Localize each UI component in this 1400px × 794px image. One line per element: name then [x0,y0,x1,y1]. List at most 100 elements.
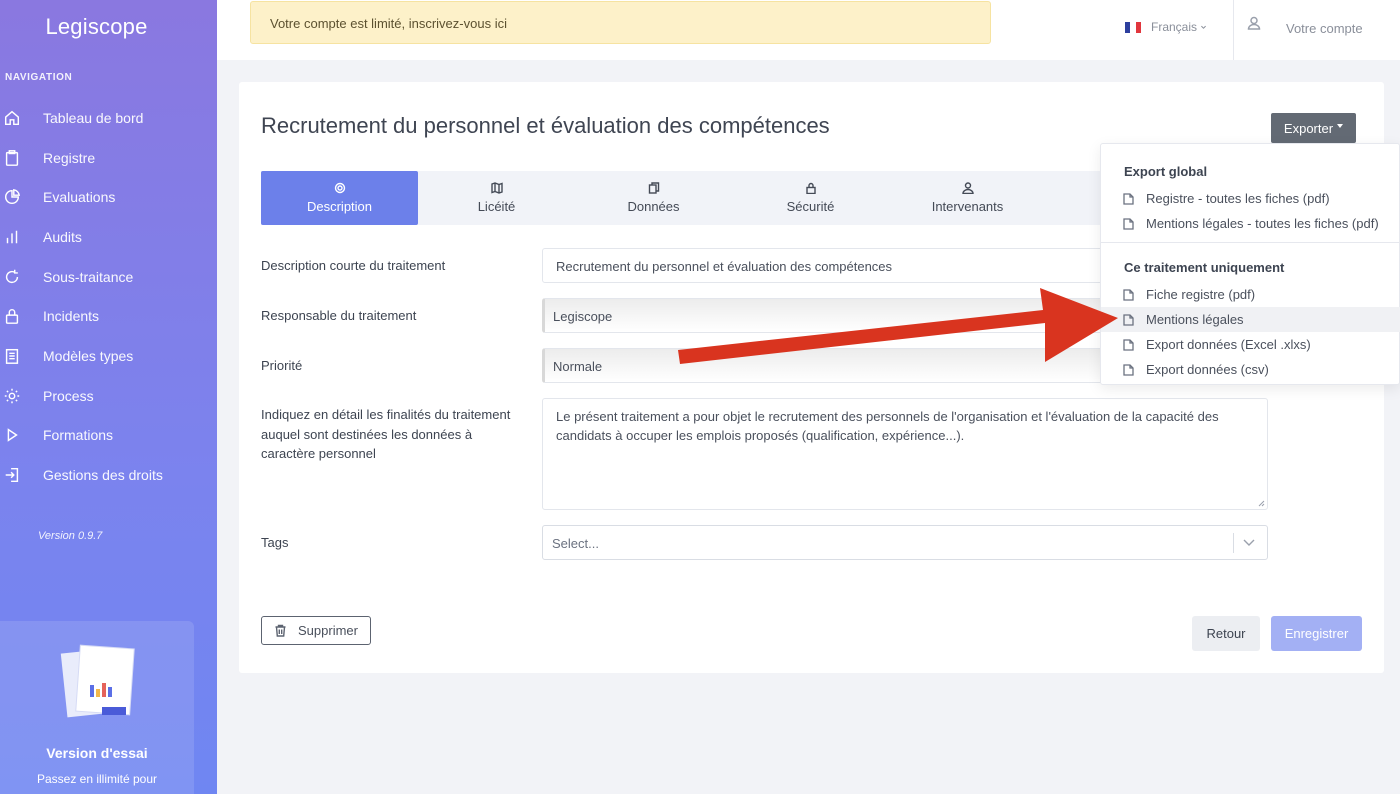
export-csv-item[interactable]: Export données (csv) [1101,357,1400,382]
sidebar-item-label: Evaluations [43,189,116,206]
export-button[interactable]: Exporter [1271,113,1356,143]
export-fiche-registre-item[interactable]: Fiche registre (pdf) [1101,282,1400,307]
export-mentions-all-item[interactable]: Mentions légales - toutes les fiches (pd… [1101,211,1400,236]
export-label: Exporter [1283,120,1334,136]
file-pdf-icon [1123,217,1134,230]
map-icon [490,182,503,194]
sidebar-item-evaluations[interactable]: Evaluations [0,177,217,217]
sidebar-item-process[interactable]: Process [0,376,217,416]
language-selector[interactable]: Français [1125,20,1207,34]
trial-panel: Version d'essai Passez en illimité pour [0,621,194,794]
tags-select[interactable]: Select... [542,525,1268,560]
tab-liceite[interactable]: Licéité [418,171,575,225]
menu-item-label: Export données (Excel .xlxs) [1146,337,1311,352]
purposes-label: Indiquez en détail les finalités du trai… [261,407,511,461]
menu-item-label: Mentions légales - toutes les fiches (pd… [1146,216,1379,231]
priority-label: Priorité [261,358,303,373]
export-registre-all-item[interactable]: Registre - toutes les fiches (pdf) [1101,186,1400,211]
tags-label: Tags [261,535,289,550]
sidebar-item-label: Audits [43,228,82,245]
menu-item-label: Mentions légales [1146,312,1244,327]
export-excel-item[interactable]: Export données (Excel .xlxs) [1101,332,1400,357]
sidebar-item-audits[interactable]: Audits [0,217,217,257]
sidebar-item-label: Tableau de bord [43,109,144,126]
trial-title: Version d'essai [46,745,148,761]
app-version: Version 0.9.7 [38,530,103,542]
sidebar-item-gestions-des-droits[interactable]: Gestions des droits [0,455,217,495]
caret-down-icon [1337,124,1344,128]
clipboard-icon [3,148,29,168]
sidebar-item-modeles-types[interactable]: Modèles types [0,336,217,376]
back-button[interactable]: Retour [1192,616,1260,651]
purposes-text: Le présent traitement a pour objet le re… [556,409,1219,443]
login-icon [3,465,29,485]
delete-label: Supprimer [298,623,358,638]
file-pdf-icon [1123,192,1134,205]
file-excel-icon [1123,338,1134,351]
menu-divider [1101,242,1400,243]
tab-label: Sécurité [786,199,835,214]
account-limited-alert[interactable]: Votre compte est limité, inscrivez-vous … [250,1,991,44]
french-flag-icon [1125,21,1141,33]
sidebar-item-incidents[interactable]: Incidents [0,296,217,336]
sidebar-item-formations[interactable]: Formations [0,416,217,456]
tab-securite[interactable]: Sécurité [732,171,889,225]
play-icon [3,425,29,445]
sidebar-item-label: Registre [43,149,96,166]
trial-text: Passez en illimité pour [36,772,158,786]
language-label: Français [1151,20,1198,34]
file-pdf-icon [1123,288,1134,301]
account-menu[interactable]: Votre compte [1247,16,1363,36]
export-single-header: Ce traitement uniquement [1124,260,1285,275]
gear-icon [334,182,345,194]
page-title: Recrutement du personnel et évaluation d… [261,113,830,138]
sidebar-item-label: Process [43,387,94,404]
copy-icon [648,182,659,194]
export-global-header: Export global [1124,164,1208,179]
account-label: Votre compte [1286,21,1363,36]
chevron-down-icon [1243,539,1255,546]
sidebar: Legiscope NAVIGATION Tableau de bord Reg… [0,0,217,794]
lock-icon [805,182,816,194]
brand-logo[interactable]: Legiscope [0,14,193,40]
menu-item-label: Fiche registre (pdf) [1146,287,1256,302]
sidebar-nav: Tableau de bord Registre Evaluations Aud… [0,98,217,495]
tab-description[interactable]: Description [261,171,418,225]
sidebar-item-label: Gestions des droits [43,467,163,484]
file-pdf-icon [1123,313,1134,326]
tab-label: Données [627,199,680,214]
documents-illustration-icon [60,644,135,718]
sidebar-item-registre[interactable]: Registre [0,138,217,178]
tab-label: Licéité [477,199,516,214]
pie-icon [3,187,29,207]
tags-placeholder: Select... [552,536,599,551]
chevron-down-icon [1201,25,1206,29]
tab-label: Intervenants [931,199,1004,214]
export-dropdown-menu: Export global Registre - toutes les fich… [1100,143,1400,385]
menu-item-label: Export données (csv) [1146,362,1269,377]
home-icon [3,108,29,128]
export-mentions-legales-item[interactable]: Mentions légales [1101,307,1400,332]
save-button[interactable]: Enregistrer [1271,616,1362,651]
tab-intervenants[interactable]: Intervenants [889,171,1046,225]
delete-button[interactable]: Supprimer [261,616,371,645]
document-icon [3,346,29,366]
sidebar-item-label: Modèles types [43,347,134,364]
bar-chart-icon [3,227,29,247]
sidebar-item-tableau-de-bord[interactable]: Tableau de bord [0,98,217,138]
lock-icon [3,306,29,326]
topbar: Votre compte est limité, inscrivez-vous … [217,0,1400,60]
gear-icon [3,386,29,406]
sidebar-item-sous-traitance[interactable]: Sous-traitance [0,257,217,297]
purposes-textarea[interactable]: Le présent traitement a pour objet le re… [542,398,1268,510]
sidebar-item-label: Sous-traitance [43,268,134,285]
topbar-divider [1233,0,1234,60]
user-icon [1247,16,1261,30]
resize-handle-icon[interactable] [1257,499,1265,507]
sidebar-item-label: Incidents [43,308,100,325]
user-icon [961,182,974,194]
menu-item-label: Registre - toutes les fiches (pdf) [1146,191,1330,206]
tab-donnees[interactable]: Données [575,171,732,225]
refresh-icon [3,267,29,287]
file-csv-icon [1123,363,1134,376]
